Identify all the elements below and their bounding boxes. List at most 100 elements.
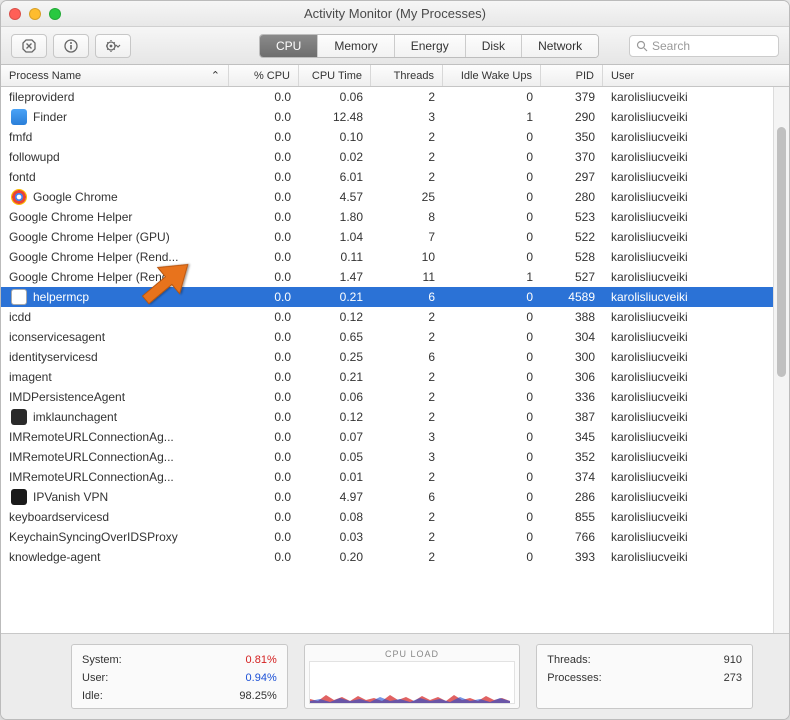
cell: 0.0 xyxy=(229,150,299,164)
column-threads[interactable]: Threads xyxy=(371,65,443,86)
table-row[interactable]: IMRemoteURLConnectionAg...0.00.0730345ka… xyxy=(1,427,773,447)
cell: 0.0 xyxy=(229,370,299,384)
table-row[interactable]: IMDPersistenceAgent0.00.0620336karolisli… xyxy=(1,387,773,407)
ipv-icon xyxy=(11,489,27,505)
search-placeholder: Search xyxy=(652,39,690,53)
column-user[interactable]: User xyxy=(603,65,789,86)
chrome-icon xyxy=(11,189,27,205)
cell: 300 xyxy=(541,350,603,364)
table-row[interactable]: knowledge-agent0.00.2020393karolisliucve… xyxy=(1,547,773,567)
search-input[interactable]: Search xyxy=(629,35,779,57)
column-idle-wake-ups[interactable]: Idle Wake Ups xyxy=(443,65,541,86)
cell-user: karolisliucveiki xyxy=(603,350,773,364)
cell-user: karolisliucveiki xyxy=(603,470,773,484)
cell-user: karolisliucveiki xyxy=(603,370,773,384)
cell: 3 xyxy=(371,450,443,464)
table-row[interactable]: IMRemoteURLConnectionAg...0.00.0530352ka… xyxy=(1,447,773,467)
idle-value: 98.25% xyxy=(239,687,276,705)
cell: 1 xyxy=(443,270,541,284)
gear-icon xyxy=(105,39,121,53)
table-row[interactable]: fontd0.06.0120297karolisliucveiki xyxy=(1,167,773,187)
cell: 0.02 xyxy=(299,150,371,164)
close-icon[interactable] xyxy=(9,8,21,20)
tab-disk[interactable]: Disk xyxy=(466,35,522,57)
cell: 0.0 xyxy=(229,510,299,524)
table-row[interactable]: Google Chrome Helper0.01.8080523karolisl… xyxy=(1,207,773,227)
table-row[interactable]: icdd0.00.1220388karolisliucveiki xyxy=(1,307,773,327)
table-row[interactable]: imagent0.00.2120306karolisliucveiki xyxy=(1,367,773,387)
cell: 0 xyxy=(443,90,541,104)
cell: 0.21 xyxy=(299,290,371,304)
table-row[interactable]: IPVanish VPN0.04.9760286karolisliucveiki xyxy=(1,487,773,507)
column-pid[interactable]: PID xyxy=(541,65,603,86)
process-name-label: Google Chrome Helper (Rend... xyxy=(9,250,178,264)
inspect-process-button[interactable] xyxy=(53,34,89,58)
cell-user: karolisliucveiki xyxy=(603,230,773,244)
table-row[interactable]: fileproviderd0.00.0620379karolisliucveik… xyxy=(1,87,773,107)
cell: 350 xyxy=(541,130,603,144)
process-name-label: Google Chrome xyxy=(33,190,118,204)
tab-cpu[interactable]: CPU xyxy=(260,35,318,57)
system-label: System: xyxy=(82,651,122,669)
cell: 0 xyxy=(443,410,541,424)
cell: 0.0 xyxy=(229,270,299,284)
cell: 0.25 xyxy=(299,350,371,364)
stop-process-button[interactable] xyxy=(11,34,47,58)
cell: 0.01 xyxy=(299,470,371,484)
table-row[interactable]: KeychainSyncingOverIDSProxy0.00.0320766k… xyxy=(1,527,773,547)
column-cpu-time[interactable]: CPU Time xyxy=(299,65,371,86)
table-row[interactable]: Google Chrome0.04.57250280karolisliucvei… xyxy=(1,187,773,207)
cell-user: karolisliucveiki xyxy=(603,130,773,144)
cell: 0.0 xyxy=(229,490,299,504)
table-row[interactable]: IMRemoteURLConnectionAg...0.00.0120374ka… xyxy=(1,467,773,487)
cell: 522 xyxy=(541,230,603,244)
table-row[interactable]: keyboardservicesd0.00.0820855karolisliuc… xyxy=(1,507,773,527)
cell: 0 xyxy=(443,310,541,324)
cell: 0.0 xyxy=(229,130,299,144)
cell-user: karolisliucveiki xyxy=(603,150,773,164)
cell: 306 xyxy=(541,370,603,384)
cell: 6 xyxy=(371,490,443,504)
user-label: User: xyxy=(82,669,108,687)
table-row[interactable]: fmfd0.00.1020350karolisliucveiki xyxy=(1,127,773,147)
table-row[interactable]: Finder0.012.4831290karolisliucveiki xyxy=(1,107,773,127)
cell: 4.97 xyxy=(299,490,371,504)
table-row[interactable]: helpermcp0.00.21604589karolisliucveiki xyxy=(1,287,773,307)
cell-user: karolisliucveiki xyxy=(603,110,773,124)
zoom-icon[interactable] xyxy=(49,8,61,20)
table-row[interactable]: imklaunchagent0.00.1220387karolisliucvei… xyxy=(1,407,773,427)
process-table: fileproviderd0.00.0620379karolisliucveik… xyxy=(1,87,789,633)
table-row[interactable]: Google Chrome Helper (Rend...0.00.111005… xyxy=(1,247,773,267)
tab-network[interactable]: Network xyxy=(522,35,598,57)
options-button[interactable] xyxy=(95,34,131,58)
cell: 2 xyxy=(371,510,443,524)
sort-asc-icon: ⌃ xyxy=(211,69,220,82)
table-row[interactable]: followupd0.00.0220370karolisliucveiki xyxy=(1,147,773,167)
table-row[interactable]: iconservicesagent0.00.6520304karolisliuc… xyxy=(1,327,773,347)
process-name-label: identityservicesd xyxy=(9,350,98,364)
minimize-icon[interactable] xyxy=(29,8,41,20)
cell-user: karolisliucveiki xyxy=(603,510,773,524)
cell: 0.0 xyxy=(229,330,299,344)
table-row[interactable]: Google Chrome Helper (Rend...0.01.471115… xyxy=(1,267,773,287)
cell: 528 xyxy=(541,250,603,264)
cell: 0 xyxy=(443,390,541,404)
cell: 6 xyxy=(371,290,443,304)
cell-user: karolisliucveiki xyxy=(603,390,773,404)
scrollbar-thumb[interactable] xyxy=(777,127,786,377)
process-name-label: Google Chrome Helper (GPU) xyxy=(9,230,170,244)
tab-energy[interactable]: Energy xyxy=(395,35,466,57)
cell: 304 xyxy=(541,330,603,344)
process-name-label: IPVanish VPN xyxy=(33,490,108,504)
cell: 0.20 xyxy=(299,550,371,564)
column-cpu[interactable]: % CPU xyxy=(229,65,299,86)
table-row[interactable]: identityservicesd0.00.2560300karolisliuc… xyxy=(1,347,773,367)
tab-memory[interactable]: Memory xyxy=(318,35,394,57)
vertical-scrollbar[interactable] xyxy=(773,87,789,633)
cell: 0.65 xyxy=(299,330,371,344)
cell: 6.01 xyxy=(299,170,371,184)
table-row[interactable]: Google Chrome Helper (GPU)0.01.0470522ka… xyxy=(1,227,773,247)
column-process-name[interactable]: Process Name⌃ xyxy=(1,65,229,86)
cell: 387 xyxy=(541,410,603,424)
finder-icon xyxy=(11,109,27,125)
